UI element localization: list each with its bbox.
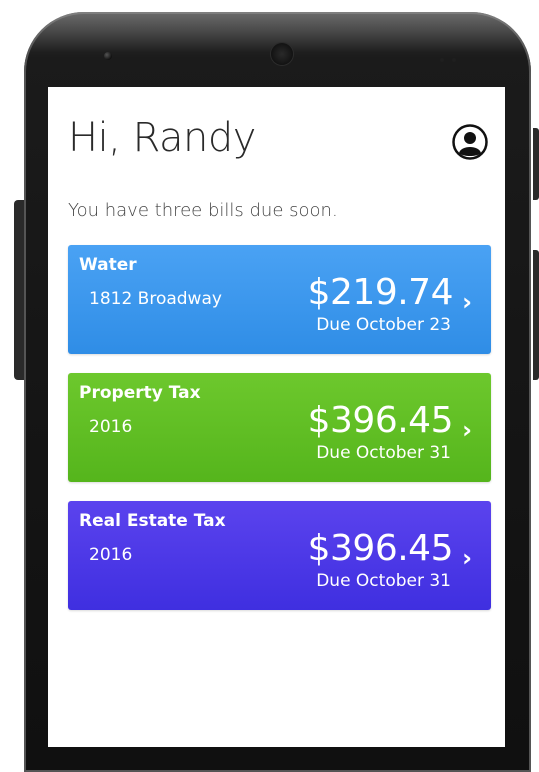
account-circle-icon[interactable]	[452, 124, 488, 160]
bill-due-date: Due October 23	[316, 315, 451, 335]
bill-name: Property Tax	[79, 383, 201, 403]
bill-card-real-estate-tax[interactable]: Real Estate Tax 2016 $396.45 › Due Octob…	[68, 501, 491, 610]
proximity-sensor	[440, 58, 444, 62]
chevron-right-icon: ›	[462, 416, 472, 444]
phone-power-button	[533, 128, 539, 200]
bill-card-property-tax[interactable]: Property Tax 2016 $396.45 › Due October …	[68, 373, 491, 482]
bill-amount: $396.45	[307, 400, 454, 441]
bill-name: Water	[79, 255, 137, 275]
chevron-right-icon: ›	[462, 544, 472, 572]
light-sensor	[452, 58, 456, 62]
bill-due-date: Due October 31	[316, 443, 451, 463]
phone-volume-button	[533, 250, 539, 380]
chevron-right-icon: ›	[462, 288, 472, 316]
bill-amount: $219.74	[307, 272, 454, 313]
bill-detail: 2016	[89, 545, 133, 565]
greeting-title: Hi, Randy	[68, 115, 256, 161]
bill-amount: $396.45	[307, 528, 454, 569]
bill-detail: 1812 Broadway	[89, 289, 222, 309]
front-camera	[104, 52, 112, 60]
bill-name: Real Estate Tax	[79, 511, 226, 531]
bill-card-water[interactable]: Water 1812 Broadway $219.74 › Due Octobe…	[68, 245, 491, 354]
earpiece-speaker	[271, 43, 293, 65]
app-screen: Hi, Randy You have three bills due soon.…	[48, 87, 505, 747]
bill-due-date: Due October 31	[316, 571, 451, 591]
bill-detail: 2016	[89, 417, 133, 437]
phone-side-button	[14, 200, 24, 380]
bills-summary-text: You have three bills due soon.	[68, 200, 338, 221]
